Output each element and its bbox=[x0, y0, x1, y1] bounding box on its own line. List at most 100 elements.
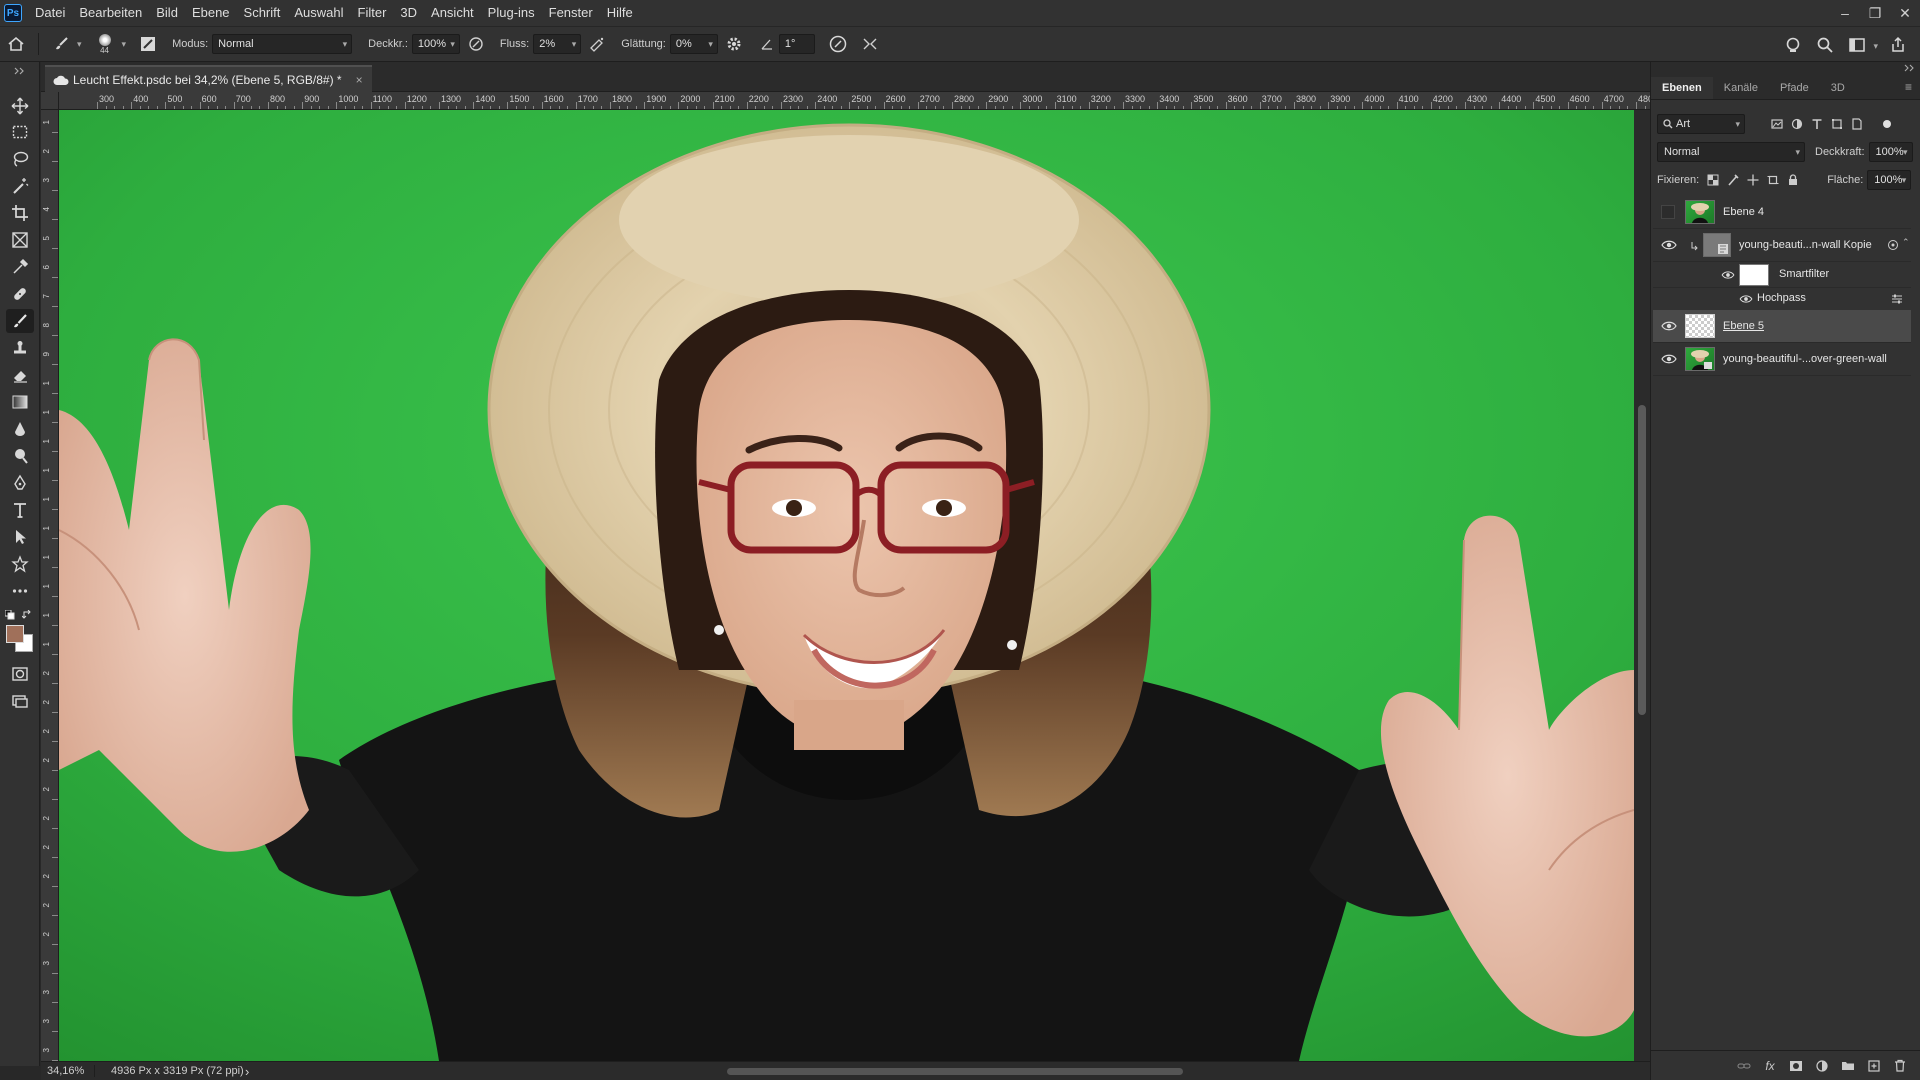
opacity-input[interactable]: 100% ▾ bbox=[411, 34, 460, 54]
smoothing-input[interactable]: 0% ▾ bbox=[669, 34, 718, 54]
blend-mode-select[interactable]: Normal ▾ bbox=[1657, 142, 1805, 162]
zoom-level[interactable]: 34,16% bbox=[41, 1065, 95, 1077]
tab-ebenen[interactable]: Ebenen bbox=[1651, 77, 1713, 99]
eye-icon[interactable] bbox=[1661, 353, 1677, 365]
crop-tool-icon[interactable] bbox=[6, 201, 34, 225]
collapse-arrow-icon[interactable]: ⌃ bbox=[1902, 237, 1910, 248]
brush-size-picker[interactable]: 44 bbox=[90, 29, 120, 59]
pen-tool-icon[interactable] bbox=[6, 471, 34, 495]
layer-ebene-4[interactable]: Ebene 4 bbox=[1653, 196, 1911, 229]
vertical-scrollbar[interactable] bbox=[1634, 110, 1650, 1061]
filter-toggle[interactable] bbox=[1883, 120, 1891, 128]
ruler-origin[interactable] bbox=[41, 92, 59, 110]
menu-auswahl[interactable]: Auswahl bbox=[287, 0, 350, 26]
menu-plugins[interactable]: Plug-ins bbox=[481, 0, 542, 26]
menu-fenster[interactable]: Fenster bbox=[542, 0, 600, 26]
default-colors-icon[interactable] bbox=[5, 610, 15, 620]
visibility-toggle-off[interactable] bbox=[1661, 205, 1675, 219]
lasso-tool-icon[interactable] bbox=[6, 147, 34, 171]
adjustment-layer-icon[interactable] bbox=[1809, 1055, 1835, 1077]
share-icon[interactable] bbox=[1885, 32, 1911, 58]
menu-bild[interactable]: Bild bbox=[149, 0, 185, 26]
gear-icon[interactable] bbox=[721, 31, 747, 57]
minimize-button[interactable]: – bbox=[1830, 0, 1860, 26]
dodge-tool-icon[interactable] bbox=[6, 444, 34, 468]
gradient-tool-icon[interactable] bbox=[6, 390, 34, 414]
lock-position-icon[interactable] bbox=[1743, 170, 1763, 190]
new-layer-icon[interactable] bbox=[1861, 1055, 1887, 1077]
marquee-tool-icon[interactable] bbox=[6, 120, 34, 144]
discover-icon[interactable] bbox=[1780, 32, 1806, 58]
pressure-opacity-icon[interactable] bbox=[463, 31, 489, 57]
more-tools-icon[interactable] bbox=[6, 579, 34, 603]
link-layers-icon[interactable] bbox=[1731, 1055, 1757, 1077]
panel-menu-icon[interactable]: ≡ bbox=[1905, 80, 1912, 94]
layer-smart-copy[interactable]: young-beauti...n-wall Kopie ⌃ bbox=[1653, 229, 1911, 262]
lock-pixels-icon[interactable] bbox=[1723, 170, 1743, 190]
document-tab[interactable]: Leucht Effekt.psdc bei 34,2% (Ebene 5, R… bbox=[45, 65, 372, 92]
symmetry-icon[interactable] bbox=[857, 31, 883, 57]
tab-kanaele[interactable]: Kanäle bbox=[1713, 77, 1769, 99]
menu-bearbeiten[interactable]: Bearbeiten bbox=[72, 0, 149, 26]
eraser-tool-icon[interactable] bbox=[6, 363, 34, 387]
status-more-arrow[interactable]: › bbox=[245, 1064, 249, 1079]
fill-input[interactable]: 100% ▾ bbox=[1867, 170, 1912, 190]
blur-tool-icon[interactable] bbox=[6, 417, 34, 441]
vertical-scroll-thumb[interactable] bbox=[1638, 405, 1646, 715]
filter-shape-icon[interactable] bbox=[1827, 114, 1847, 134]
magic-wand-tool-icon[interactable] bbox=[6, 174, 34, 198]
add-mask-icon[interactable] bbox=[1783, 1055, 1809, 1077]
airbrush-icon[interactable] bbox=[584, 31, 610, 57]
tab-pfade[interactable]: Pfade bbox=[1769, 77, 1820, 99]
filter-adjustment-icon[interactable] bbox=[1787, 114, 1807, 134]
flow-input[interactable]: 2% ▾ bbox=[533, 34, 582, 54]
path-selection-tool-icon[interactable] bbox=[6, 525, 34, 549]
search-icon[interactable] bbox=[1812, 32, 1838, 58]
smartfilter-mask-thumbnail[interactable] bbox=[1739, 264, 1769, 286]
foreground-color-swatch[interactable] bbox=[6, 625, 24, 643]
filter-smartobject-icon[interactable] bbox=[1847, 114, 1867, 134]
type-tool-icon[interactable] bbox=[6, 498, 34, 522]
menu-filter[interactable]: Filter bbox=[351, 0, 394, 26]
panel-collapse-bar[interactable] bbox=[1651, 62, 1920, 74]
eye-icon[interactable] bbox=[1739, 294, 1753, 304]
quick-mask-icon[interactable] bbox=[6, 662, 34, 686]
horizontal-scroll-thumb[interactable] bbox=[727, 1068, 1183, 1075]
shape-tool-icon[interactable] bbox=[6, 552, 34, 576]
brush-settings-icon[interactable] bbox=[135, 31, 161, 57]
layer-ebene-5[interactable]: Ebene 5 bbox=[1653, 310, 1911, 343]
toolbar-collapse-icon[interactable] bbox=[6, 66, 34, 76]
fx-icon[interactable]: fx bbox=[1757, 1055, 1783, 1077]
layer-filter-hochpass[interactable]: Hochpass bbox=[1653, 288, 1911, 310]
delete-layer-icon[interactable] bbox=[1887, 1055, 1913, 1077]
vertical-ruler[interactable]: 1 2 3 4 5 6 7 8 9 1 1 1 1 1 1 1 1 1 1 2 2 2 2 2 2 2 2 2 2 3 3 3 3 bbox=[41, 110, 59, 1061]
restore-button[interactable]: ❐ bbox=[1860, 0, 1890, 26]
horizontal-ruler[interactable]: 300 400 500 600 700 800 900 1000 1100 1200 1300 140… bbox=[59, 92, 1650, 110]
document-canvas[interactable] bbox=[59, 110, 1634, 1061]
eyedropper-tool-icon[interactable] bbox=[6, 255, 34, 279]
close-window-button[interactable]: ✕ bbox=[1890, 0, 1920, 26]
brush-preset-icon[interactable] bbox=[48, 31, 74, 57]
pressure-size-icon[interactable] bbox=[825, 31, 851, 57]
home-icon[interactable] bbox=[3, 31, 29, 57]
frame-tool-icon[interactable] bbox=[6, 228, 34, 252]
layer-opacity-input[interactable]: 100% ▾ bbox=[1868, 142, 1913, 162]
filter-options-icon[interactable] bbox=[1891, 294, 1903, 304]
brush-tool-icon[interactable] bbox=[6, 309, 34, 333]
clone-stamp-tool-icon[interactable] bbox=[6, 336, 34, 360]
horizontal-scrollbar[interactable] bbox=[271, 1066, 1641, 1076]
filter-pixel-icon[interactable] bbox=[1767, 114, 1787, 134]
lock-transparency-icon[interactable] bbox=[1703, 170, 1723, 190]
document-close-icon[interactable]: × bbox=[356, 73, 363, 87]
lock-all-icon[interactable] bbox=[1783, 170, 1803, 190]
lock-artboard-icon[interactable] bbox=[1763, 170, 1783, 190]
workspace-icon[interactable] bbox=[1844, 32, 1870, 58]
layer-smartfilter[interactable]: Smartfilter bbox=[1653, 262, 1911, 288]
layer-photo-original[interactable]: young-beautiful-...over-green-wall bbox=[1653, 343, 1911, 376]
menu-ebene[interactable]: Ebene bbox=[185, 0, 237, 26]
menu-ansicht[interactable]: Ansicht bbox=[424, 0, 481, 26]
angle-input[interactable]: 1° bbox=[778, 34, 815, 54]
menu-3d[interactable]: 3D bbox=[393, 0, 424, 26]
menu-datei[interactable]: Datei bbox=[28, 0, 72, 26]
move-tool-icon[interactable] bbox=[6, 94, 34, 118]
